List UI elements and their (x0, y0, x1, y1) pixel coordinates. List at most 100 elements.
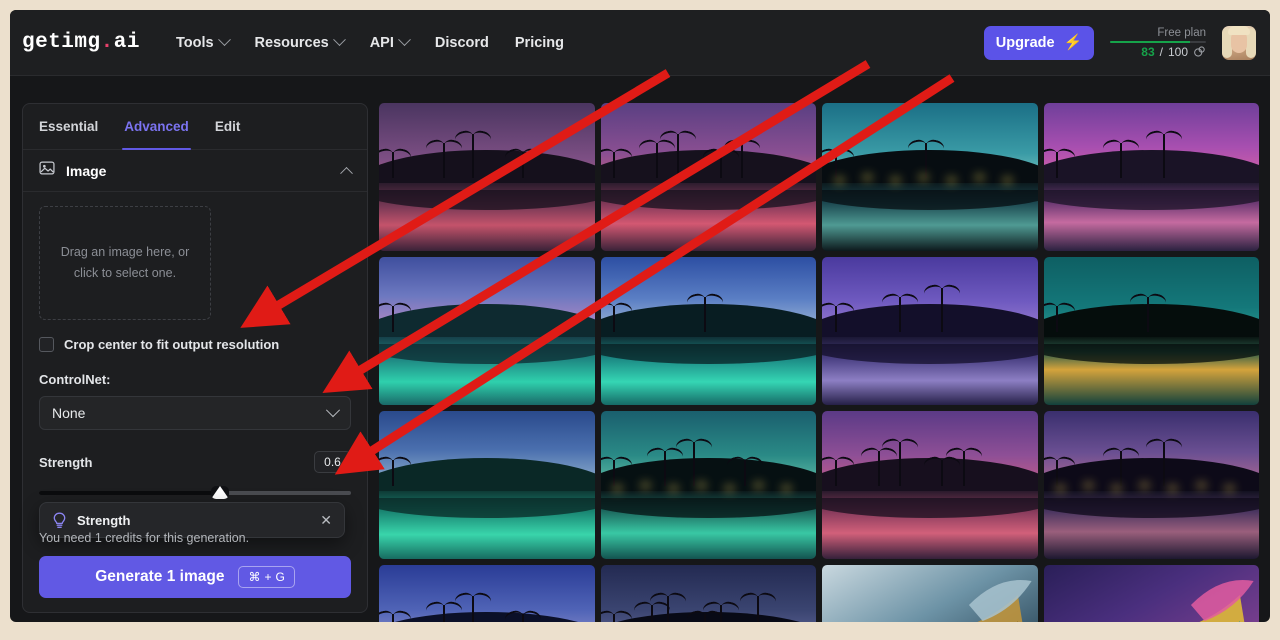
controlnet-label: ControlNet: (39, 372, 111, 387)
slider-fill (39, 491, 220, 495)
upgrade-label: Upgrade (995, 34, 1055, 51)
crop-center-row: Crop center to fit output resolution (39, 337, 351, 352)
palm-silhouette (442, 605, 445, 622)
nav-label-discord: Discord (434, 34, 489, 51)
controlnet-select[interactable]: None (39, 396, 351, 430)
image-panel-body: Drag an image here, or click to select o… (23, 192, 367, 502)
palm-silhouette (522, 152, 525, 179)
gallery-thumbnail[interactable] (600, 411, 816, 559)
palm-silhouette (391, 460, 394, 487)
tab-essential[interactable]: Essential (39, 104, 98, 150)
nav-item-api[interactable]: API (369, 33, 411, 51)
nav-item-resources[interactable]: Resources (254, 33, 346, 51)
palm-silhouette (703, 297, 706, 333)
generate-button[interactable]: Generate 1 image ⌘ + G (39, 556, 351, 598)
nav-item-pricing[interactable]: Pricing (515, 35, 564, 51)
image-section-header[interactable]: Image (23, 150, 367, 192)
slider-thumb[interactable] (210, 486, 229, 499)
chevron-down-icon (332, 33, 346, 47)
gallery-thumbnail[interactable] (1043, 411, 1259, 559)
gallery-thumbnail[interactable] (379, 565, 595, 622)
main-nav: Tools Resources API Discord Pricing (175, 33, 564, 51)
shore-light (890, 177, 900, 183)
dropzone-line-1: Drag an image here, or (60, 245, 190, 260)
strength-value-input[interactable]: 0.6 (314, 451, 351, 473)
plan-credits-widget[interactable]: Free plan 83 / 100 (1110, 27, 1206, 59)
gallery-thumbnail[interactable] (822, 565, 1038, 622)
palm-silhouette (1146, 297, 1149, 333)
thumb-ridgeline (1043, 150, 1259, 185)
strength-label: Strength (39, 454, 93, 470)
palm-silhouette (834, 152, 837, 179)
palm-silhouette (1162, 134, 1165, 179)
dropzone-line-2: click to select one. (73, 266, 177, 280)
gallery-thumbnail[interactable] (1043, 565, 1259, 622)
lightbulb-icon (52, 512, 67, 529)
gallery-thumbnail[interactable] (379, 411, 595, 559)
palm-silhouette (757, 596, 760, 622)
tab-edit-label: Edit (214, 119, 241, 134)
nav-item-tools[interactable]: Tools (175, 33, 231, 51)
crop-center-label[interactable]: Crop center to fit output resolution (64, 337, 279, 352)
palm-silhouette (1120, 451, 1123, 487)
image-dropzone[interactable]: Drag an image here, or click to select o… (39, 206, 211, 320)
gallery-thumbnail[interactable] (379, 257, 595, 405)
palm-silhouette (391, 306, 394, 333)
site-logo[interactable]: getimg.ai (22, 31, 140, 54)
thumb-ridgeline (379, 458, 595, 493)
palm-silhouette (719, 152, 722, 179)
palm-silhouette (522, 614, 525, 622)
gallery-thumbnail[interactable] (822, 103, 1038, 251)
tab-essential-label: Essential (39, 119, 99, 134)
gallery-thumbnail[interactable] (822, 257, 1038, 405)
palm-silhouette (834, 306, 837, 333)
palm-silhouette (741, 143, 743, 179)
strength-slider[interactable] (39, 486, 351, 502)
palm-silhouette (1120, 143, 1123, 179)
gallery-thumbnail[interactable] (600, 103, 816, 251)
palm-silhouette (834, 460, 837, 487)
logo-text: getimg (22, 31, 101, 54)
credits-note: You need 1 credits for this generation. (39, 531, 250, 545)
dragon-illustration (1190, 580, 1254, 622)
nav-item-discord[interactable]: Discord (435, 35, 489, 51)
shortcut-modifier: ⌘ (248, 570, 261, 584)
top-header: getimg.ai Tools Resources API Discord Pr… (10, 10, 1270, 76)
strength-header: Strength 0.6 (39, 451, 351, 473)
generate-label: Generate 1 image (95, 568, 225, 585)
bolt-icon: ⚡ (1063, 34, 1083, 51)
palm-silhouette (650, 605, 653, 622)
crop-center-checkbox[interactable] (39, 337, 54, 352)
shore-light (946, 177, 956, 183)
nav-label-api: API (369, 34, 394, 51)
gallery-thumbnail[interactable] (822, 411, 1038, 559)
tab-advanced[interactable]: Advanced (122, 104, 191, 150)
palm-silhouette (471, 596, 474, 622)
upgrade-button[interactable]: Upgrade ⚡ (984, 25, 1094, 60)
tab-edit[interactable]: Edit (215, 104, 241, 150)
palm-silhouette (391, 152, 394, 179)
palm-silhouette (471, 134, 474, 179)
shortcut-plus: + (264, 570, 272, 584)
palm-silhouette (666, 596, 669, 622)
gallery-thumbnail[interactable] (1043, 257, 1259, 405)
strength-value: 0.6 (324, 455, 341, 469)
palm-silhouette (962, 451, 965, 487)
chevron-up-icon[interactable] (340, 166, 353, 180)
tab-advanced-label: Advanced (124, 119, 189, 134)
gallery-thumbnail[interactable] (600, 565, 816, 622)
gallery-thumbnail[interactable] (379, 103, 595, 251)
user-avatar[interactable] (1222, 25, 1256, 60)
nav-label-resources: Resources (254, 34, 329, 51)
image-section-title: Image (66, 162, 107, 179)
shore-light (1224, 485, 1234, 491)
gallery-thumbnail[interactable] (1043, 103, 1259, 251)
shore-light (753, 482, 763, 488)
palm-silhouette (442, 143, 445, 179)
close-icon[interactable]: ✕ (320, 513, 332, 527)
chevron-down-icon (325, 403, 341, 418)
gallery-thumbnail[interactable] (600, 257, 816, 405)
shore-light (834, 177, 844, 183)
image-results-grid (379, 103, 1259, 622)
nav-label-tools: Tools (175, 34, 214, 51)
